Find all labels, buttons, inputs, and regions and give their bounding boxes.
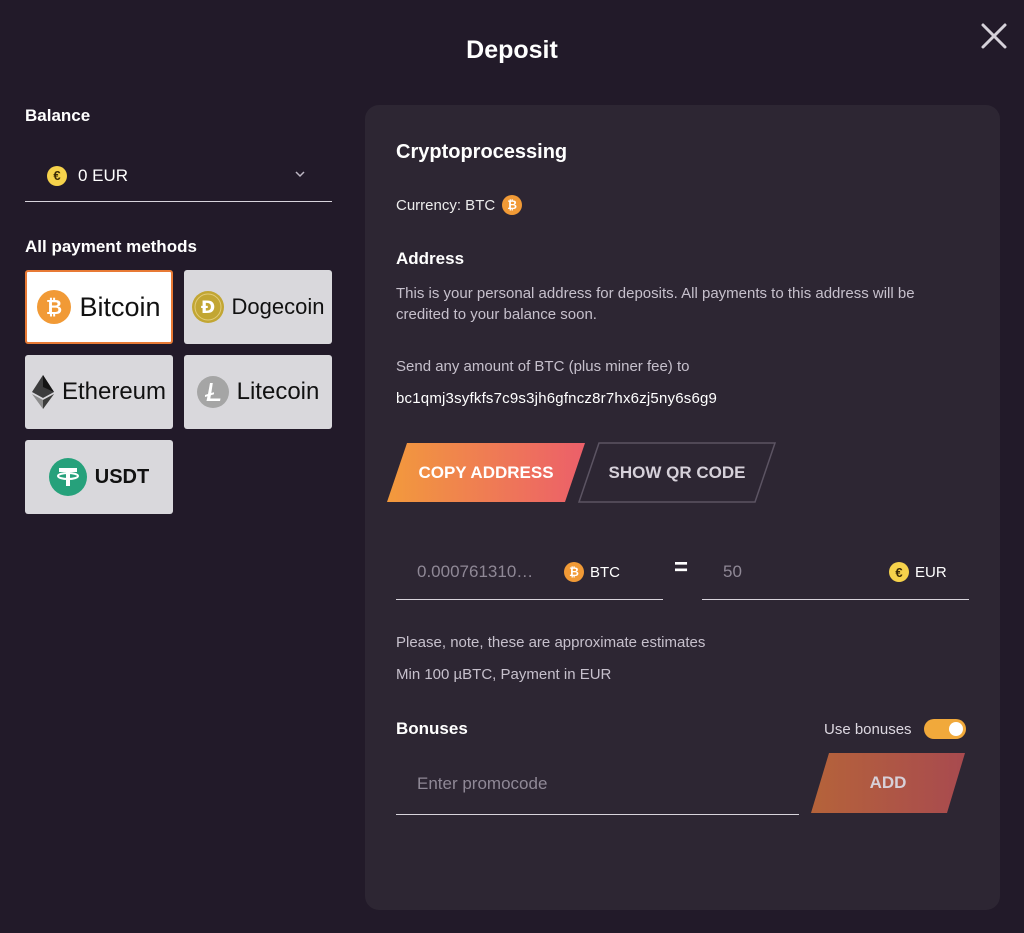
address-title: Address xyxy=(396,249,465,268)
bitcoin-icon: ₿ xyxy=(564,562,584,582)
balance-select[interactable]: € 0 EUR xyxy=(25,150,332,202)
show-qr-label: SHOW QR CODE xyxy=(608,462,746,482)
method-label: Ethereum xyxy=(61,378,167,405)
method-label: Bitcoin xyxy=(79,291,161,322)
btc-amount-input[interactable]: 0.000761310… ₿ BTC xyxy=(396,545,663,600)
bitcoin-icon: ₿ xyxy=(502,195,523,215)
euro-icon: € xyxy=(889,562,909,582)
estimate-note: Please, note, these are approximate esti… xyxy=(396,634,706,651)
btc-unit: ₿ BTC xyxy=(564,562,620,582)
balance-label: Balance xyxy=(25,106,91,125)
method-usdt[interactable]: USDT xyxy=(25,440,173,514)
modal-title: Deposit xyxy=(466,36,558,64)
add-label: ADD xyxy=(869,773,907,792)
euro-icon: € xyxy=(47,165,67,186)
dogecoin-icon: Ð xyxy=(191,291,224,323)
balance-value: 0 EUR xyxy=(78,165,129,185)
address-description: This is your personal address for deposi… xyxy=(396,285,915,323)
toggle-knob xyxy=(948,722,963,736)
svg-text:₿: ₿ xyxy=(46,295,62,319)
btc-unit-label: BTC xyxy=(590,563,620,581)
use-bonuses-toggle[interactable] xyxy=(923,719,966,739)
panel-title: Cryptoprocessing xyxy=(396,141,568,163)
promocode-input[interactable] xyxy=(396,753,799,815)
bonuses-title: Bonuses xyxy=(396,719,468,738)
method-bitcoin[interactable]: ₿ Bitcoin xyxy=(25,270,173,344)
eur-unit-label: EUR xyxy=(915,563,947,581)
btc-amount-value: 0.000761310… xyxy=(417,562,534,581)
method-dogecoin[interactable]: Ð Dogecoin xyxy=(184,270,332,344)
method-label: USDT xyxy=(94,465,150,488)
method-label: Litecoin xyxy=(236,378,320,405)
currency-label: Currency: BTC xyxy=(396,196,496,214)
method-litecoin[interactable]: Litecoin xyxy=(184,355,332,429)
send-instruction: Send any amount of BTC (plus miner fee) … xyxy=(396,358,690,375)
chevron-down-icon xyxy=(295,171,305,178)
method-label: Dogecoin xyxy=(231,294,325,319)
svg-text:Ð: Ð xyxy=(200,298,214,318)
close-icon xyxy=(981,23,1007,49)
use-bonuses-row: Use bonuses xyxy=(824,719,966,739)
deposit-panel: Cryptoprocessing Currency: BTC ₿ Address… xyxy=(365,105,1000,910)
copy-address-button[interactable]: COPY ADDRESS xyxy=(385,441,587,504)
use-bonuses-label: Use bonuses xyxy=(824,720,912,738)
eur-amount-input[interactable]: 50 € EUR xyxy=(702,545,969,600)
eur-unit: € EUR xyxy=(889,562,947,582)
minimum-note: Min 100 µBTC, Payment in EUR xyxy=(396,666,612,683)
close-button[interactable] xyxy=(978,20,1010,52)
add-promocode-button[interactable]: ADD xyxy=(809,751,967,815)
eur-amount-value: 50 xyxy=(723,562,742,581)
copy-address-label: COPY ADDRESS xyxy=(418,462,554,482)
deposit-address: bc1qmj3syfkfs7c9s3jh6gfncz8r7hx6zj5ny6s6… xyxy=(396,390,718,407)
ethereum-icon xyxy=(31,375,54,409)
show-qr-button[interactable]: SHOW QR CODE xyxy=(577,441,777,504)
litecoin-icon xyxy=(196,376,229,408)
currency-row: Currency: BTC ₿ xyxy=(396,195,523,215)
bitcoin-icon: ₿ xyxy=(37,290,72,324)
equals-sign: = xyxy=(674,554,689,581)
method-ethereum[interactable]: Ethereum xyxy=(25,355,173,429)
payment-methods-label: All payment methods xyxy=(25,237,197,256)
tether-icon xyxy=(48,458,87,496)
